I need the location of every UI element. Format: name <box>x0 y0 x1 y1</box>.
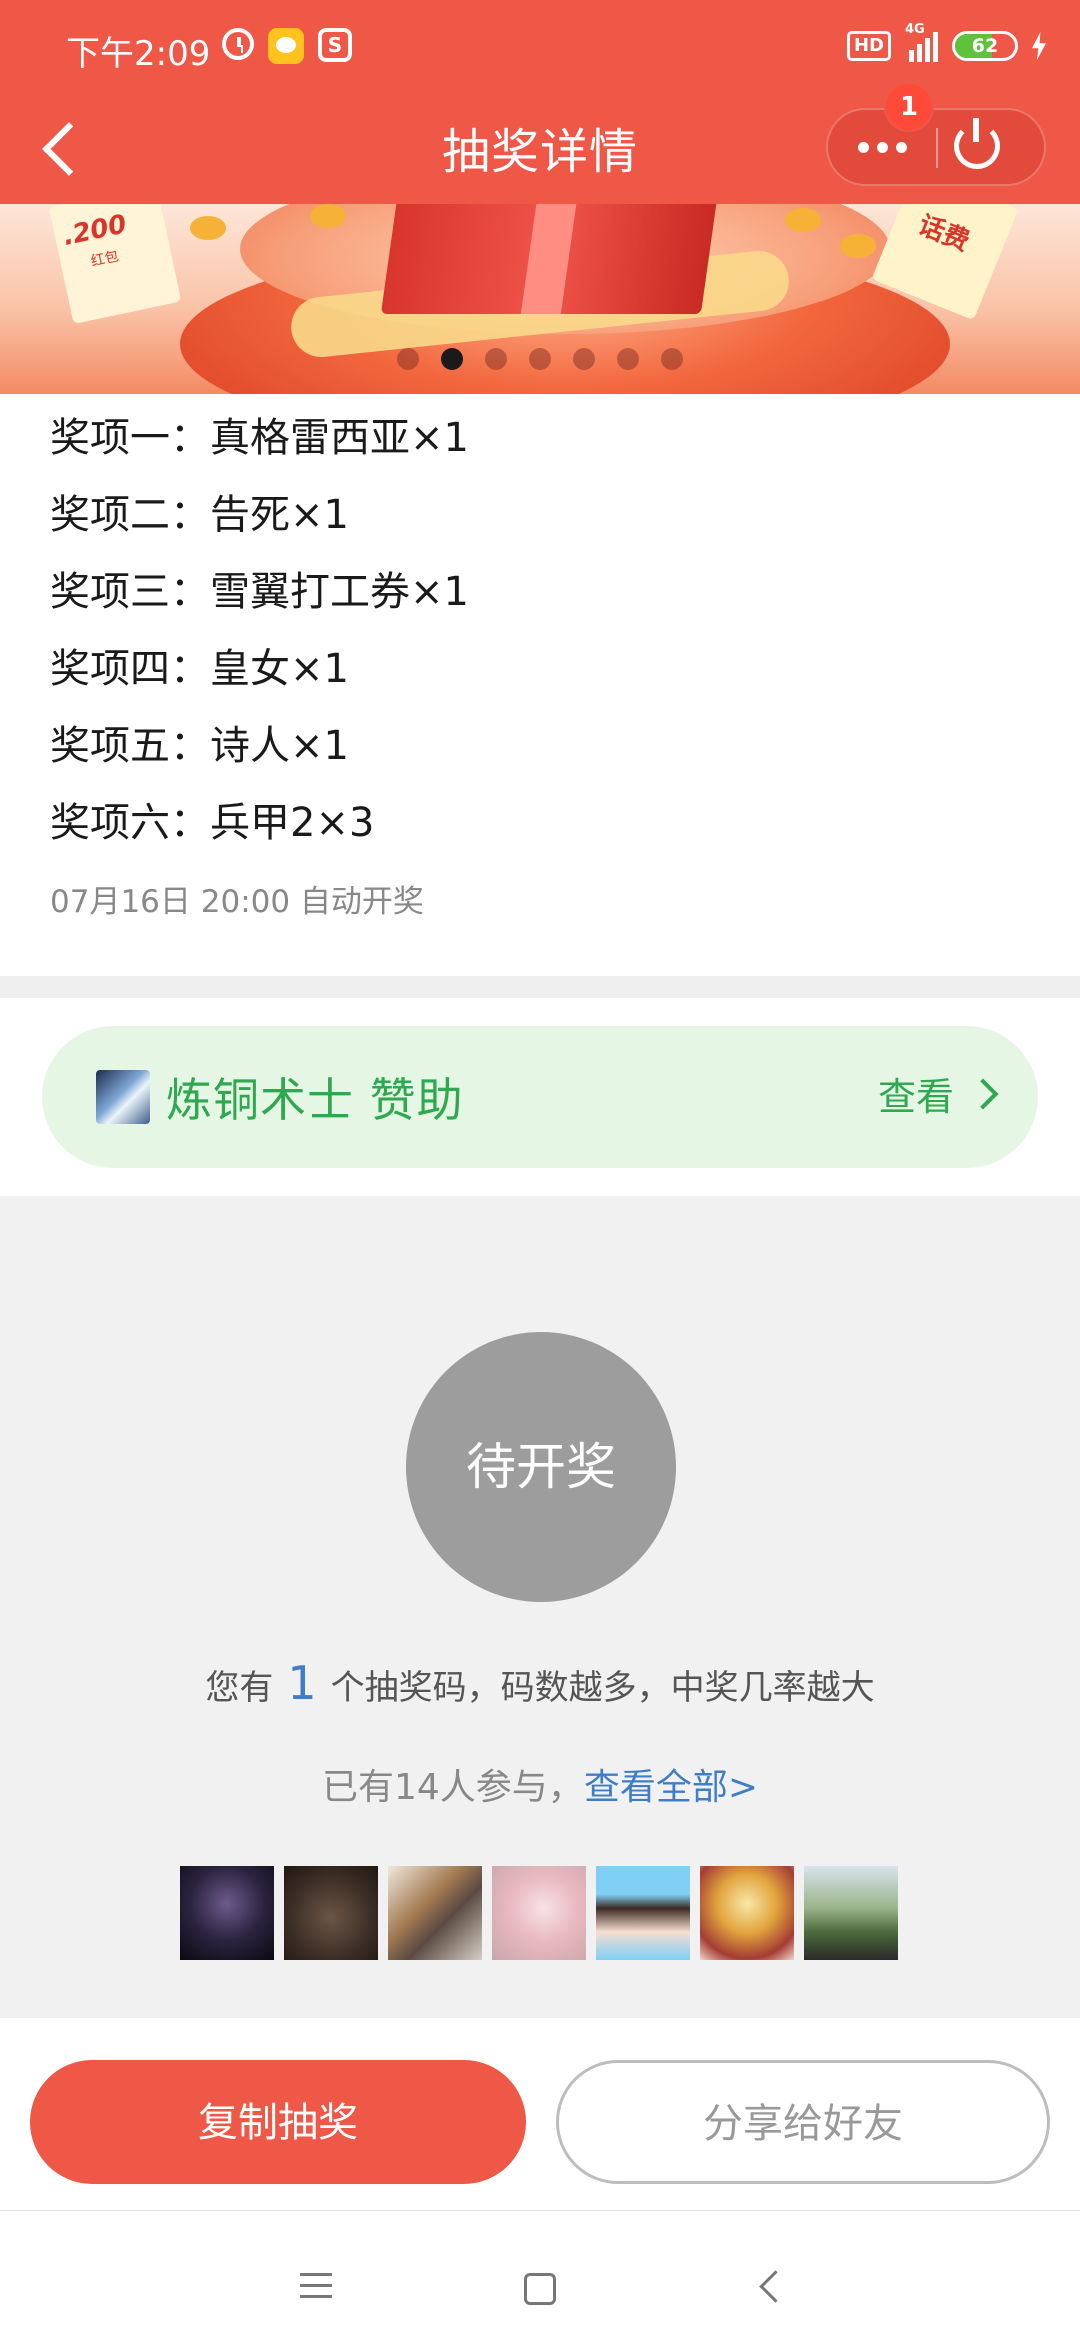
coin-graphic <box>785 208 821 232</box>
app-notification-icon <box>268 28 304 64</box>
chevron-right-icon <box>967 1077 999 1110</box>
prize-item: 奖项五：诗人×1 <box>50 723 349 769</box>
codes-count: 1 <box>287 1656 317 1710</box>
s-app-icon: S <box>318 28 352 62</box>
section-divider <box>0 976 1080 998</box>
battery-icon: 62 <box>952 31 1018 61</box>
draw-status-section: 待开奖 您有 1 个抽奖码，码数越多，中奖几率越大 已有14人参与，查看全部> <box>0 1196 1080 2018</box>
draw-time: 07月16日 20:00 自动开奖 <box>50 884 424 920</box>
system-navigation-bar <box>0 2210 1080 2341</box>
more-dot-icon <box>895 141 907 153</box>
participants-info: 已有14人参与，查看全部> <box>0 1758 1080 1810</box>
carousel-dot[interactable] <box>661 348 683 370</box>
status-time: 下午2:09 <box>66 34 211 74</box>
network-type: 4G <box>905 22 925 37</box>
phone-credit-label: 话费 <box>914 210 974 258</box>
participant-avatar[interactable] <box>388 1866 482 1960</box>
carousel-dot[interactable] <box>485 348 507 370</box>
participant-avatar[interactable] <box>700 1866 794 1960</box>
capsule-divider <box>936 128 938 168</box>
sponsor-card[interactable]: 炼铜术士 赞助 查看 <box>42 1026 1038 1168</box>
participant-avatars[interactable] <box>180 1866 898 1960</box>
alarm-icon <box>222 28 254 60</box>
prize-item: 奖项四：皇女×1 <box>50 646 349 692</box>
carousel-dot[interactable] <box>573 348 595 370</box>
participant-avatar[interactable] <box>492 1866 586 1960</box>
carousel-dot[interactable] <box>529 348 551 370</box>
red-packet-label: 红包 <box>89 248 121 270</box>
status-icons-right: HD 4G 62 <box>846 22 1046 62</box>
sponsor-view-link[interactable]: 查看 <box>877 1066 999 1121</box>
participant-avatar[interactable] <box>180 1866 274 1960</box>
coin-graphic <box>840 234 876 258</box>
sponsor-avatar <box>96 1070 150 1124</box>
carousel-dot[interactable] <box>617 348 639 370</box>
carousel-dot[interactable] <box>397 348 419 370</box>
prize-list: 奖项一：真格雷西亚×1 奖项二：告死×1 奖项三：雪翼打工券×1 奖项四：皇女×… <box>50 400 1030 862</box>
red-packet-amount: .200 <box>60 209 130 253</box>
power-icon[interactable] <box>954 118 1000 169</box>
home-icon[interactable] <box>524 2273 556 2305</box>
back-icon[interactable] <box>759 2270 792 2303</box>
view-all-participants-link[interactable]: 查看全部> <box>584 1767 758 1808</box>
prize-item: 奖项三：雪翼打工券×1 <box>50 569 469 615</box>
coin-graphic <box>310 204 346 228</box>
lottery-code-info: 您有 1 个抽奖码，码数越多，中奖几率越大 <box>0 1656 1080 1710</box>
battery-level: 62 <box>971 35 999 57</box>
sponsor-name: 炼铜术士 赞助 <box>166 1073 464 1127</box>
sponsor-view-label: 查看 <box>877 1075 954 1119</box>
codes-suffix: 个抽奖码，码数越多，中奖几率越大 <box>330 1668 875 1708</box>
coin-graphic <box>190 216 226 240</box>
menu-icon[interactable] <box>300 2273 332 2299</box>
pending-draw-status: 待开奖 <box>406 1332 676 1602</box>
hd-icon: HD <box>846 31 891 61</box>
mini-program-capsule <box>826 108 1046 186</box>
carousel-dot[interactable] <box>441 348 463 370</box>
status-icons-left: S <box>222 28 352 64</box>
participant-avatar[interactable] <box>804 1866 898 1960</box>
prize-item: 奖项二：告死×1 <box>50 492 349 538</box>
carousel-indicator <box>0 348 1080 370</box>
participants-text: 已有14人参与， <box>322 1767 584 1808</box>
notification-badge: 1 <box>884 82 934 132</box>
codes-prefix: 您有 <box>205 1668 274 1708</box>
participant-avatar[interactable] <box>284 1866 378 1960</box>
status-bar: 下午2:09 S HD 4G 62 <box>0 0 1080 96</box>
more-dot-icon <box>857 141 869 153</box>
share-to-friends-button[interactable]: 分享给好友 <box>556 2060 1050 2184</box>
more-dot-icon <box>876 141 888 153</box>
charging-icon <box>1032 32 1046 60</box>
copy-lottery-button[interactable]: 复制抽奖 <box>30 2060 526 2184</box>
prize-item: 奖项六：兵甲2×3 <box>50 800 375 846</box>
banner-carousel[interactable]: .200 红包 话费 <box>0 204 1080 394</box>
signal-icon: 4G <box>905 22 938 62</box>
red-packet-tag: .200 红包 <box>48 204 182 325</box>
prize-item: 奖项一：真格雷西亚×1 <box>50 415 469 461</box>
participant-avatar[interactable] <box>596 1866 690 1960</box>
gift-box-graphic <box>380 204 720 314</box>
